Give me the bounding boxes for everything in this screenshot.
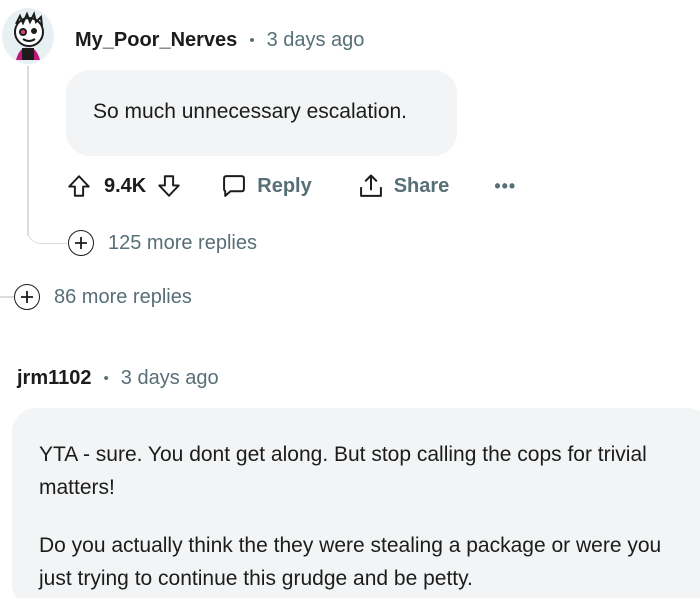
reply-button[interactable]: Reply bbox=[220, 172, 312, 200]
comment-actions: 9.4K Reply Share ••• bbox=[66, 170, 516, 202]
more-replies-button[interactable]: 86 more replies bbox=[14, 284, 192, 310]
comment-icon bbox=[223, 175, 246, 197]
share-icon bbox=[359, 174, 382, 197]
downvote-icon bbox=[158, 175, 180, 197]
reply-label: Reply bbox=[257, 174, 312, 197]
username[interactable]: My_Poor_Nerves bbox=[75, 29, 237, 52]
comment-body: So much unnecessary escalation. bbox=[66, 70, 457, 156]
upvote-icon bbox=[68, 175, 90, 197]
plus-circle-icon bbox=[14, 284, 40, 310]
more-replies-label: 125 more replies bbox=[108, 231, 257, 254]
comment-text: So much unnecessary escalation. bbox=[93, 100, 408, 123]
comment-paragraph: Do you actually think the they were stea… bbox=[39, 534, 662, 590]
thread-line-parent bbox=[0, 296, 14, 298]
username[interactable]: jrm1102 bbox=[17, 367, 92, 390]
timestamp[interactable]: 3 days ago bbox=[121, 367, 219, 390]
plus-circle-icon bbox=[68, 230, 94, 256]
more-options-button[interactable]: ••• bbox=[494, 176, 516, 197]
separator-dot: • bbox=[103, 370, 109, 387]
thread-line-branch bbox=[27, 218, 67, 244]
more-replies-label: 86 more replies bbox=[54, 285, 192, 308]
share-button[interactable]: Share bbox=[357, 172, 450, 200]
avatar[interactable] bbox=[2, 8, 54, 64]
avatar-icon bbox=[2, 10, 54, 62]
comment-header: jrm1102 • 3 days ago bbox=[17, 367, 219, 390]
timestamp[interactable]: 3 days ago bbox=[267, 29, 365, 52]
separator-dot: • bbox=[249, 32, 255, 49]
upvote-button[interactable] bbox=[66, 173, 92, 199]
comment-header: My_Poor_Nerves • 3 days ago bbox=[75, 29, 364, 52]
share-label: Share bbox=[393, 174, 450, 197]
thread-line bbox=[27, 66, 29, 236]
downvote-button[interactable] bbox=[156, 173, 182, 199]
more-replies-button[interactable]: 125 more replies bbox=[68, 230, 257, 256]
comment-body: YTA - sure. You dont get along. But stop… bbox=[12, 408, 700, 598]
vote-count: 9.4K bbox=[104, 174, 147, 197]
comment-paragraph: YTA - sure. You dont get along. But stop… bbox=[39, 443, 647, 499]
